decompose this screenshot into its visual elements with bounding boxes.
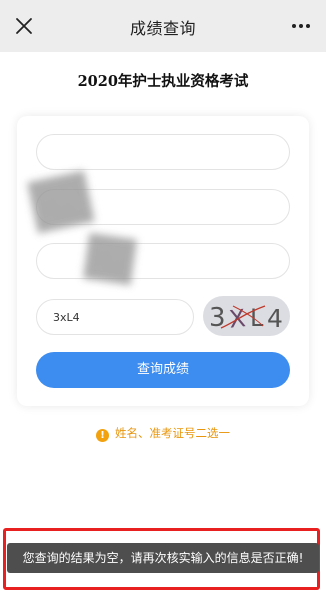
name-input[interactable]	[37, 135, 289, 169]
captcha-char: L	[250, 304, 264, 332]
captcha-field[interactable]	[36, 299, 194, 335]
id-number-input[interactable]	[37, 244, 289, 278]
more-dots-icon[interactable]	[288, 14, 314, 38]
hint-row: ! 姓名、准考证号二选一	[0, 425, 326, 442]
redaction-blur	[83, 232, 137, 286]
exam-title: 2020年护士执业资格考试	[77, 73, 249, 90]
captcha-image[interactable]: 3 X L 4	[203, 296, 290, 336]
hint-text: 姓名、准考证号二选一	[115, 426, 230, 440]
info-icon: !	[96, 429, 109, 442]
query-score-button[interactable]: 查询成绩	[36, 352, 290, 388]
page-title: 成绩查询	[129, 19, 196, 38]
captcha-input[interactable]	[37, 300, 193, 334]
captcha-char: 4	[267, 304, 283, 333]
error-toast: 您查询的结果为空，请再次核实输入的信息是否正确!	[7, 543, 319, 573]
captcha-char: 3	[209, 303, 226, 333]
id-number-field[interactable]	[36, 243, 290, 279]
name-field[interactable]	[36, 134, 290, 170]
top-navigation-bar: 成绩查询	[0, 0, 326, 52]
